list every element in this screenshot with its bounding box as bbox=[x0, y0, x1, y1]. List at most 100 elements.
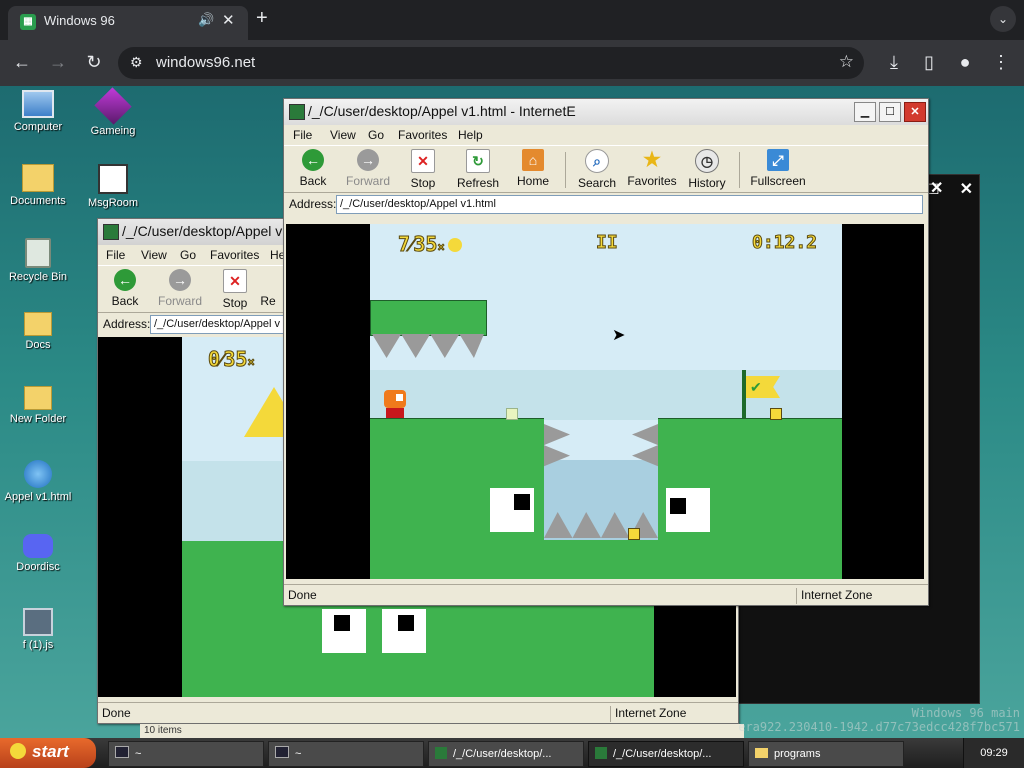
taskbar-item-terminal-1[interactable]: ~ bbox=[108, 741, 264, 767]
mouse-cursor-icon: ➤ bbox=[612, 327, 626, 344]
menu-help[interactable]: Help bbox=[458, 128, 483, 142]
menu-view[interactable]: View bbox=[141, 248, 167, 262]
address-input[interactable]: /_/C/user/desktop/Appel v1.html bbox=[336, 195, 923, 214]
browser-menu-icon[interactable]: ⋮ bbox=[990, 51, 1012, 73]
apple-total: 35 bbox=[413, 232, 438, 257]
window-titlebar[interactable]: /_/C/user/desktop/Appel v1.html - Intern… bbox=[284, 99, 928, 125]
game-canvas[interactable]: ✔ 7⁄35× II 0:12.2 ➤ bbox=[370, 224, 842, 579]
player-character bbox=[384, 390, 406, 418]
desktop-icon-label: Appel v1.html bbox=[4, 491, 72, 503]
taskbar-item-browser-2[interactable]: /_/C/user/desktop/... bbox=[588, 741, 744, 767]
game-viewport[interactable]: ✔ 7⁄35× II 0:12.2 ➤ bbox=[286, 224, 924, 579]
address-input[interactable]: /_/C/user/desktop/Appel v bbox=[150, 315, 285, 334]
taskbar-item-terminal-2[interactable]: ~ bbox=[268, 741, 424, 767]
desktop-icon-label: MsgRoom bbox=[87, 197, 139, 209]
taskbar-item-programs[interactable]: programs bbox=[748, 741, 904, 767]
menu-go[interactable]: Go bbox=[368, 128, 384, 142]
home-button[interactable]: ⌂ Home bbox=[506, 148, 560, 188]
pause-button[interactable]: II bbox=[596, 232, 619, 254]
fullscreen-button[interactable]: ⤢ Fullscreen bbox=[744, 148, 812, 188]
close-button[interactable]: ✕ bbox=[904, 102, 926, 122]
back-button[interactable]: ← Back bbox=[98, 268, 152, 308]
desktop-icon-label: Docs bbox=[25, 339, 51, 351]
start-button[interactable]: start bbox=[0, 738, 96, 768]
back-button[interactable]: ← Back bbox=[286, 148, 340, 188]
browser-reload-icon[interactable]: ↻ bbox=[83, 51, 105, 73]
items-count: 10 items bbox=[144, 725, 182, 736]
level-timer: 0:12.2 bbox=[751, 232, 818, 254]
browser-back-icon[interactable]: ← bbox=[11, 51, 33, 73]
tab-search-chevron-icon[interactable]: ⌄ bbox=[990, 6, 1016, 32]
history-clock-icon: ◷ bbox=[695, 149, 719, 173]
close-icon[interactable]: ✕ bbox=[930, 178, 943, 198]
taskbar-item-label: ~ bbox=[295, 748, 302, 760]
button-label: Home bbox=[516, 174, 549, 188]
new-tab-icon[interactable]: + bbox=[256, 8, 268, 28]
watermark-line-1: Windows 96 main bbox=[911, 706, 1020, 720]
front-browser-window[interactable]: /_/C/user/desktop/Appel v1.html - Intern… bbox=[283, 98, 929, 606]
desktop-icon-new-folder[interactable]: New Folder bbox=[0, 386, 76, 425]
desktop-icon-appel-html[interactable]: Appel v1.html bbox=[0, 460, 76, 503]
taskbar-item-label: /_/C/user/desktop/... bbox=[453, 748, 552, 760]
profile-icon[interactable]: ● bbox=[954, 51, 976, 73]
bookmark-star-icon[interactable]: ☆ bbox=[839, 52, 854, 72]
favorites-button[interactable]: ★ Favorites bbox=[625, 148, 679, 188]
browser-tab-strip: ▦ Windows 96 🔊 ✕ + ⌄ bbox=[0, 0, 1024, 40]
speaker-icon[interactable]: 🔊 bbox=[198, 12, 214, 28]
desktop-icon-documents[interactable]: Documents bbox=[0, 164, 76, 207]
msgroom-icon bbox=[98, 164, 128, 194]
desktop-icon-gameing[interactable]: Gameing bbox=[75, 87, 151, 137]
ceiling-platform bbox=[370, 300, 487, 336]
button-label: Back bbox=[299, 174, 327, 188]
minimize-button[interactable]: ▁ bbox=[854, 102, 876, 122]
terminal-icon bbox=[275, 746, 289, 758]
search-button[interactable]: ⌕ Search bbox=[570, 148, 624, 190]
browser-forward-icon[interactable]: → bbox=[47, 51, 69, 73]
desktop-icon-f1-js[interactable]: f (1).js bbox=[0, 608, 76, 651]
toolbar-separator bbox=[565, 152, 566, 188]
stop-icon: ✕ bbox=[411, 149, 435, 173]
desktop-icon-recycle-bin[interactable]: Recycle Bin bbox=[0, 238, 76, 283]
side-panel-icon[interactable]: ▯ bbox=[918, 51, 940, 73]
ie-window-icon bbox=[289, 104, 305, 120]
desktop-icon-label: Recycle Bin bbox=[8, 271, 68, 283]
address-bar[interactable]: ⚙ windows96.net ☆ bbox=[118, 47, 864, 79]
eye-right bbox=[666, 488, 710, 532]
menu-view[interactable]: View bbox=[330, 128, 356, 142]
eye-left bbox=[490, 488, 534, 532]
refresh-button[interactable]: ↻ Refresh bbox=[451, 148, 505, 190]
home-icon: ⌂ bbox=[522, 149, 544, 171]
site-settings-icon[interactable]: ⚙ bbox=[130, 54, 143, 71]
forward-arrow-icon: → bbox=[169, 269, 191, 291]
history-button[interactable]: ◷ History bbox=[680, 148, 734, 190]
maximize-button[interactable]: ☐ bbox=[879, 102, 901, 122]
menu-go[interactable]: Go bbox=[180, 248, 196, 262]
watermark-line-2: era922.230410-1942.d77c73edcc428f7bc571 bbox=[738, 720, 1020, 734]
desktop-icon-doordisc[interactable]: Doordisc bbox=[0, 534, 76, 573]
desktop-icon-label: Gameing bbox=[90, 125, 136, 137]
close-icon[interactable]: ✕ bbox=[960, 179, 973, 199]
stop-button[interactable]: ✕ Stop bbox=[396, 148, 450, 190]
taskbar-item-browser-1[interactable]: /_/C/user/desktop/... bbox=[428, 741, 584, 767]
refresh-button[interactable]: Re bbox=[253, 268, 283, 308]
desktop-icon-msgroom[interactable]: MsgRoom bbox=[75, 164, 151, 209]
forward-button[interactable]: → Forward bbox=[341, 148, 395, 188]
forward-button[interactable]: → Forward bbox=[153, 268, 207, 308]
smiley-icon bbox=[10, 743, 26, 759]
menu-favorites[interactable]: Favorites bbox=[210, 248, 259, 262]
download-icon[interactable]: ⤓ bbox=[883, 51, 905, 73]
desktop-icon-docs[interactable]: Docs bbox=[0, 312, 76, 351]
address-label: Address: bbox=[289, 197, 337, 211]
folder-icon bbox=[24, 386, 52, 410]
desktop-icon-label: New Folder bbox=[9, 413, 67, 425]
tab-close-icon[interactable]: ✕ bbox=[222, 11, 235, 29]
desktop-icon-computer[interactable]: Computer bbox=[0, 90, 76, 133]
menu-file[interactable]: File bbox=[293, 128, 312, 142]
fullscreen-icon: ⤢ bbox=[767, 149, 789, 171]
button-label: Forward bbox=[345, 174, 390, 188]
apple-pickup-faded bbox=[506, 408, 518, 420]
system-clock[interactable]: 09:29 bbox=[963, 738, 1024, 768]
menu-favorites[interactable]: Favorites bbox=[398, 128, 447, 142]
menu-file[interactable]: File bbox=[106, 248, 125, 262]
browser-tab[interactable]: ▦ Windows 96 🔊 ✕ bbox=[8, 6, 248, 40]
